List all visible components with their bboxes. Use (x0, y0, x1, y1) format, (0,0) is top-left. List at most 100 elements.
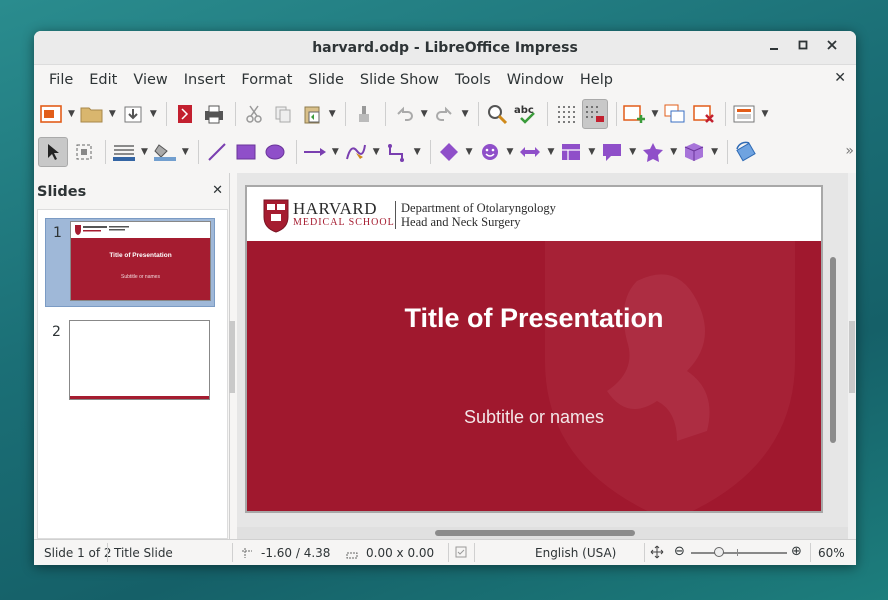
slide-subtitle[interactable]: Subtitle or names (247, 407, 821, 428)
flowchart-button[interactable] (558, 137, 584, 167)
title-bar: harvard.odp - LibreOffice Impress (34, 31, 856, 65)
close-document-icon[interactable]: ✕ (834, 70, 846, 86)
chevron-down-icon[interactable]: ▼ (421, 109, 428, 119)
stars-button[interactable] (640, 137, 666, 167)
chevron-down-icon[interactable]: ▼ (588, 147, 595, 157)
callouts-button[interactable] (599, 137, 625, 167)
vertical-scroll-thumb[interactable] (830, 257, 836, 443)
menu-slide-show[interactable]: Slide Show (352, 72, 447, 88)
delete-slide-button[interactable] (691, 99, 717, 129)
flowchart-icon (562, 144, 581, 160)
block-arrows-button[interactable] (517, 137, 543, 167)
maximize-icon[interactable] (793, 38, 813, 58)
line-icon (208, 143, 226, 161)
chevron-down-icon[interactable]: ▼ (670, 147, 677, 157)
close-icon[interactable] (822, 38, 842, 58)
slide-thumbnail-1[interactable]: 1 Title of Presentation Subtitle or name… (45, 218, 215, 307)
chevron-down-icon[interactable]: ▼ (68, 109, 75, 119)
display-grid-button[interactable] (553, 99, 579, 129)
chevron-down-icon[interactable]: ▼ (547, 147, 554, 157)
horizontal-scrollbar[interactable] (237, 527, 848, 539)
slide-title[interactable]: Title of Presentation (247, 303, 821, 334)
toolbar-separator (727, 140, 729, 164)
fill-bucket-icon (153, 144, 176, 161)
chevron-down-icon[interactable]: ▼ (109, 109, 116, 119)
text-language[interactable]: English (USA) (535, 546, 616, 560)
zoom-level[interactable]: 60% (818, 546, 845, 560)
connectors-button[interactable] (384, 137, 410, 167)
close-pane-icon[interactable]: ✕ (212, 183, 223, 198)
zoom-slider[interactable] (691, 552, 787, 554)
curves-button[interactable] (343, 137, 369, 167)
clone-formatting-button[interactable] (351, 99, 377, 129)
print-button[interactable] (201, 99, 227, 129)
menu-insert[interactable]: Insert (176, 72, 234, 88)
export-pdf-button[interactable] (172, 99, 198, 129)
select-button[interactable] (38, 137, 68, 167)
chevron-down-icon[interactable]: ▼ (462, 109, 469, 119)
chevron-down-icon[interactable]: ▼ (141, 147, 148, 157)
slide-1[interactable]: HARVARD MEDICAL SCHOOL Department of Oto… (245, 185, 823, 513)
slide-layout-button[interactable] (731, 99, 757, 129)
duplicate-slide-button[interactable] (662, 99, 688, 129)
zoom-slider-knob[interactable] (714, 547, 724, 557)
chevron-down-icon[interactable]: ▼ (332, 147, 339, 157)
menu-window[interactable]: Window (499, 72, 572, 88)
symbol-shapes-button[interactable] (477, 137, 503, 167)
insert-line-button[interactable] (204, 137, 230, 167)
menu-slide[interactable]: Slide (300, 72, 351, 88)
cut-button[interactable] (241, 99, 267, 129)
chevron-down-icon[interactable]: ▼ (711, 147, 718, 157)
menu-view[interactable]: View (125, 72, 175, 88)
chevron-down-icon[interactable]: ▼ (182, 147, 189, 157)
save-button[interactable] (120, 99, 146, 129)
sidebar-collapse-handle[interactable] (849, 321, 855, 393)
menu-help[interactable]: Help (572, 72, 621, 88)
paste-button[interactable] (299, 99, 325, 129)
curve-icon (345, 144, 366, 160)
chevron-down-icon[interactable]: ▼ (414, 147, 421, 157)
chevron-down-icon[interactable]: ▼ (629, 147, 636, 157)
chevron-down-icon[interactable]: ▼ (507, 147, 514, 157)
new-slide-button[interactable] (622, 99, 648, 129)
menu-edit[interactable]: Edit (81, 72, 125, 88)
chevron-down-icon[interactable]: ▼ (466, 147, 473, 157)
toolbar-overflow-icon[interactable]: » (845, 143, 854, 159)
undo-button[interactable] (391, 99, 417, 129)
basic-shapes-button[interactable] (436, 137, 462, 167)
chevron-down-icon[interactable]: ▼ (373, 147, 380, 157)
menu-format[interactable]: Format (233, 72, 300, 88)
slide-thumbnail-2[interactable]: 2 (45, 318, 215, 407)
copy-button[interactable] (270, 99, 296, 129)
minimize-icon[interactable] (764, 38, 784, 58)
chevron-down-icon[interactable]: ▼ (652, 109, 659, 119)
line-color-button[interactable] (111, 137, 137, 167)
spelling-button[interactable]: abc (513, 99, 539, 129)
menu-tools[interactable]: Tools (447, 72, 499, 88)
department-line-2: Head and Neck Surgery (401, 215, 521, 229)
zoom-out-icon[interactable]: ⊖ (674, 544, 685, 559)
new-slide-icon (622, 105, 645, 123)
zoom-pan-button[interactable] (71, 137, 97, 167)
chevron-down-icon[interactable]: ▼ (761, 109, 768, 119)
chevron-down-icon[interactable]: ▼ (150, 109, 157, 119)
vertical-scrollbar[interactable] (828, 173, 838, 527)
fill-color-button[interactable] (152, 137, 178, 167)
insert-ellipse-button[interactable] (262, 137, 288, 167)
insert-rectangle-button[interactable] (233, 137, 259, 167)
lines-arrows-button[interactable] (302, 137, 328, 167)
open-button[interactable] (79, 99, 105, 129)
snap-to-grid-button[interactable] (581, 99, 608, 129)
copy-icon (275, 106, 291, 123)
menu-file[interactable]: File (41, 72, 81, 88)
chevron-down-icon[interactable]: ▼ (329, 109, 336, 119)
pane-collapse-handle[interactable] (229, 321, 235, 393)
find-replace-button[interactable] (484, 99, 510, 129)
horizontal-scroll-thumb[interactable] (435, 530, 635, 536)
zoom-in-icon[interactable]: ⊕ (791, 544, 802, 559)
rotate-button[interactable] (733, 137, 759, 167)
3d-objects-button[interactable] (681, 137, 707, 167)
redo-button[interactable] (432, 99, 458, 129)
new-presentation-button[interactable] (38, 99, 64, 129)
slide-layout-name[interactable]: Title Slide (114, 546, 173, 560)
